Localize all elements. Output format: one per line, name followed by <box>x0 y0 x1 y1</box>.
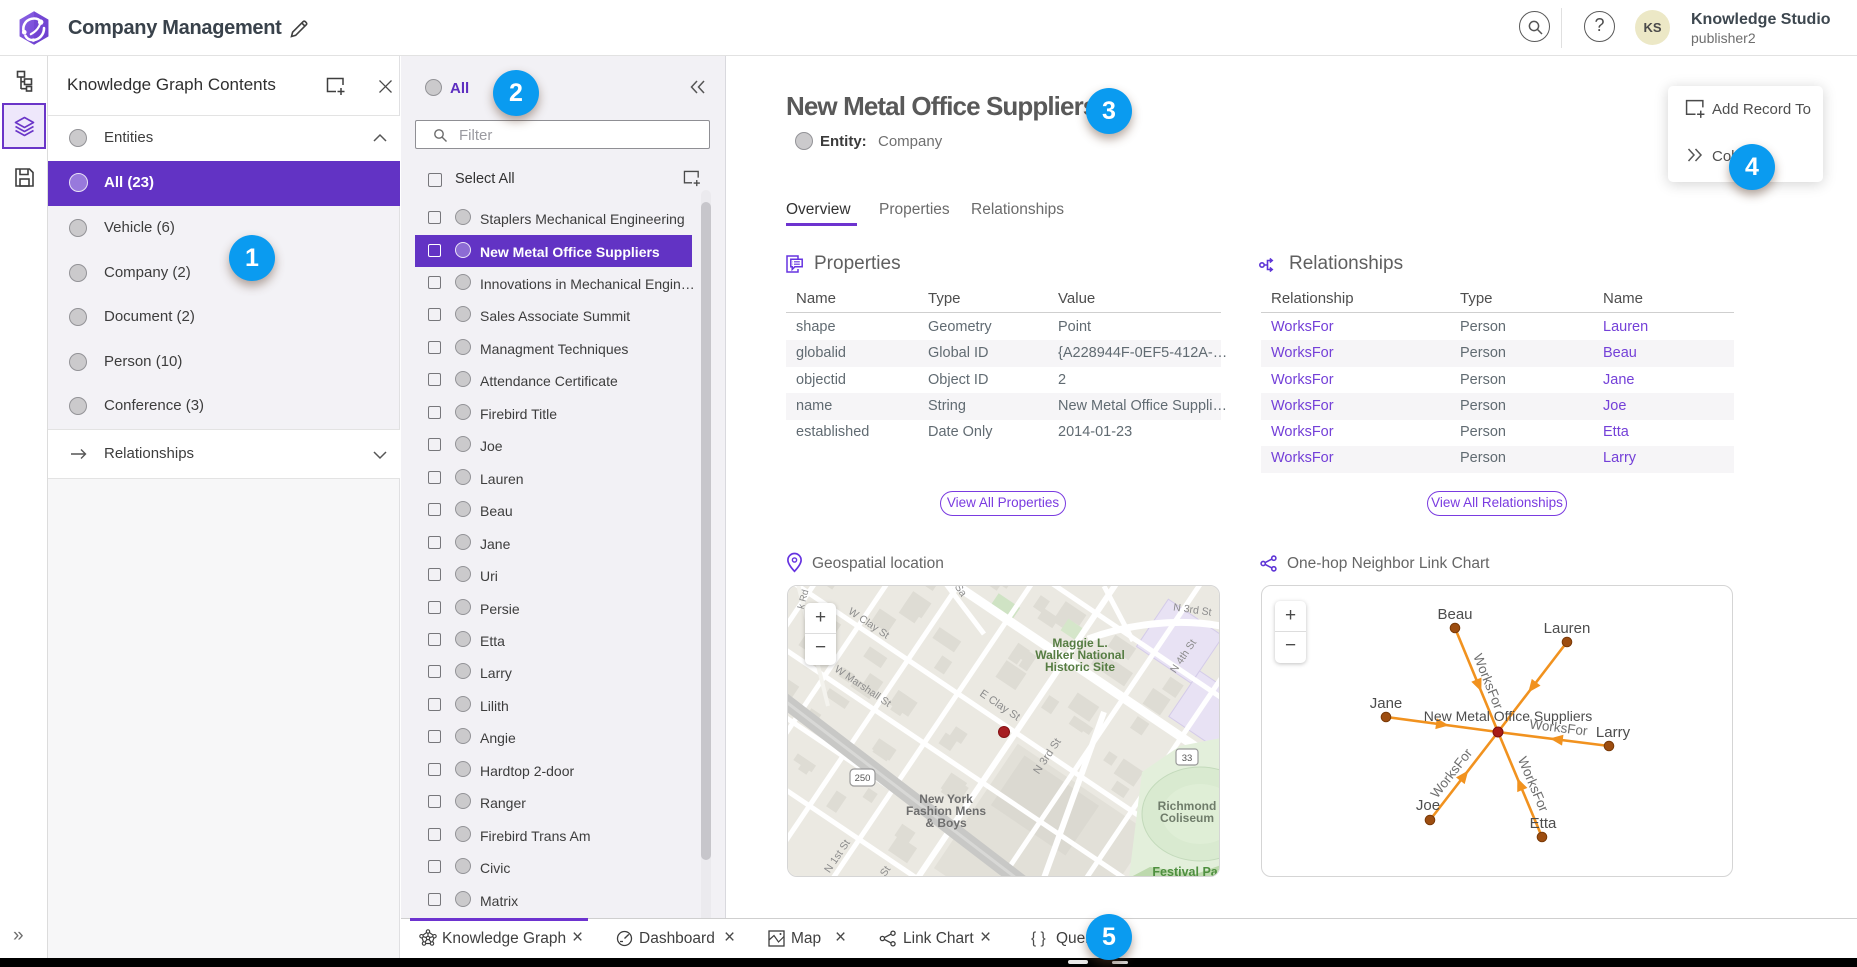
svg-text:Larry: Larry <box>1596 724 1631 741</box>
svg-text:Beau: Beau <box>1437 606 1472 623</box>
svg-text:Historic Site: Historic Site <box>1045 660 1115 674</box>
svg-text:Jane: Jane <box>1370 695 1403 712</box>
svg-text:Coliseum: Coliseum <box>1160 811 1214 825</box>
svg-text:Lauren: Lauren <box>1544 620 1591 637</box>
svg-text:& Boys: & Boys <box>925 816 967 830</box>
svg-text:33: 33 <box>1182 753 1193 764</box>
svg-text:Etta: Etta <box>1530 815 1557 832</box>
svg-text:Festival Park: Festival Park <box>1152 865 1220 877</box>
svg-text:250: 250 <box>855 773 871 784</box>
